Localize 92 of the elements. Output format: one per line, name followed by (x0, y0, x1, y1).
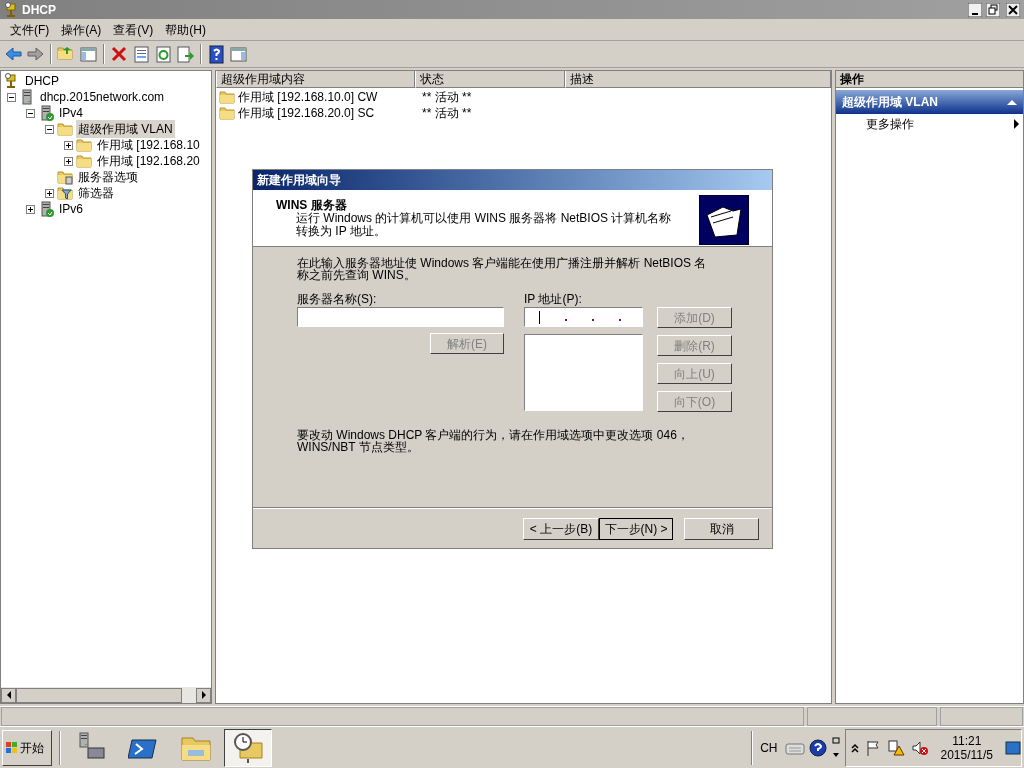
section-title: 超级作用域 VLAN (842, 94, 938, 111)
panel-icon[interactable] (79, 44, 98, 64)
field-label: IP 地址(P): (524, 291, 583, 307)
dhcp-icon (4, 1, 18, 18)
menu-item[interactable]: 帮助(H) (159, 20, 212, 39)
back-arrow-icon[interactable] (4, 44, 23, 64)
address-list[interactable] (524, 334, 643, 411)
window-title: DHCP (22, 1, 57, 19)
restore-icon[interactable] (986, 2, 1000, 17)
column-header[interactable]: 状态 (415, 71, 565, 88)
folder-icon (76, 153, 92, 169)
table-cell-text: 作用域 [192.168.20.0] SC (238, 105, 375, 122)
flag-icon[interactable] (864, 739, 881, 756)
header-description: 运行 Windows 的计算机可以使用 WINS 服务器将 NetBIOS 计算机名称转换为 IP 地址。 (295, 212, 673, 238)
export-icon[interactable] (176, 44, 195, 64)
delete-icon[interactable] (110, 44, 129, 64)
start-button[interactable]: 开始 (2, 729, 52, 766)
ip-address-field[interactable] (524, 307, 643, 327)
folder-icon (76, 137, 92, 153)
funnel-icon (57, 185, 73, 201)
clock-date[interactable]: 2015/11/5 (940, 747, 993, 762)
dialog-title: 新建作用域向导 (253, 170, 772, 190)
expander-icon[interactable] (45, 188, 54, 198)
warning-network-icon[interactable] (886, 738, 905, 757)
folder-icon (57, 121, 73, 137)
column-header[interactable]: 超级作用域内容 (216, 71, 416, 88)
tree-item[interactable]: 筛选器 (76, 184, 116, 202)
expander-icon[interactable] (26, 108, 35, 118)
folder-icon (219, 89, 235, 105)
menu-item[interactable]: 查看(V) (107, 20, 160, 39)
menu-item[interactable]: 文件(F) (4, 20, 56, 39)
server-check-icon (38, 201, 54, 217)
language-indicator[interactable]: CH (757, 738, 781, 757)
wizard-button: 删除(R) (657, 335, 732, 356)
table-cell-text: ** 活动 ** (421, 105, 472, 122)
help-icon[interactable] (808, 738, 827, 757)
expander-icon[interactable] (7, 92, 16, 102)
scroll-left-icon[interactable] (1, 687, 16, 703)
horizontal-scrollbar[interactable] (1, 687, 211, 703)
tree-item[interactable]: 作用域 [192.168.20 (95, 152, 202, 170)
tree-item[interactable]: IPv6 (57, 200, 85, 218)
column-header[interactable]: 描述 (564, 71, 831, 88)
forward-arrow-icon[interactable] (26, 44, 45, 64)
folder-icon (219, 105, 235, 121)
scroll-right-icon[interactable] (196, 687, 211, 703)
note-text: 要改动 Windows DHCP 客户端的行为，请在作用域选项中更改选项 046，WINS/NBT 节点类型。 (297, 429, 690, 453)
action-item[interactable]: 更多操作 (836, 114, 1023, 134)
wizard-button[interactable]: 取消 (684, 518, 759, 540)
server-name-field[interactable] (297, 307, 504, 327)
header-title: WINS 服务器 (276, 198, 348, 212)
speaker-muted-icon[interactable] (910, 739, 929, 756)
expander-icon[interactable] (64, 140, 73, 150)
table-cell-text: 作用域 [192.168.10.0] CW (238, 89, 378, 106)
taskbar-app[interactable] (224, 728, 272, 767)
tree-item[interactable]: 超级作用域 VLAN (76, 120, 175, 138)
field-label: 服务器名称(S): (297, 291, 377, 307)
clock-time[interactable]: 11:21 (952, 733, 982, 748)
server-check-icon (38, 105, 54, 121)
tree-item[interactable]: dhcp.2015network.com (38, 88, 167, 106)
wizard-button: 向下(O) (657, 391, 732, 412)
wizard-button[interactable]: < 上一步(B) (523, 518, 599, 540)
tree-item[interactable]: DHCP (23, 72, 61, 90)
menu-item[interactable]: 操作(A) (55, 20, 108, 39)
expander-icon[interactable] (26, 204, 35, 214)
wizard-button: 向上(U) (657, 363, 732, 384)
chevron-up-icon[interactable] (850, 742, 859, 753)
windows-logo-icon (5, 740, 19, 755)
table-cell-text: ** 活动 ** (421, 89, 472, 106)
refresh-icon[interactable] (154, 44, 173, 64)
expander-icon[interactable] (45, 124, 54, 134)
properties-icon[interactable] (132, 44, 151, 64)
clock-folder-icon (232, 731, 264, 764)
close-icon[interactable] (1006, 2, 1020, 17)
caret-icon[interactable] (1007, 99, 1017, 105)
intro-text: 在此输入服务器地址使 Windows 客户端能在使用广播注册并解析 NetBIOS 名称之前先查询 WINS。 (297, 257, 708, 281)
folder-server-icon (57, 169, 73, 185)
help-icon[interactable] (207, 44, 226, 64)
show-desktop-icon[interactable] (1005, 740, 1021, 755)
scroll-thumb[interactable] (16, 687, 182, 703)
wizard-button: 添加(D) (657, 307, 732, 328)
minimize-icon[interactable] (968, 2, 982, 17)
restore-arrow-icon[interactable] (830, 736, 841, 759)
caret-icon (1014, 119, 1019, 129)
server-icon (19, 89, 35, 105)
section-header[interactable]: 超级作用域 VLAN (836, 90, 1023, 114)
pane-title: 操作 (836, 71, 1023, 88)
tree-item[interactable]: 作用域 [192.168.10 (95, 136, 202, 154)
wizard-button[interactable]: 下一步(N) > (599, 518, 673, 540)
expander-icon[interactable] (64, 156, 73, 166)
wizard-button: 解析(E) (430, 333, 504, 354)
tree-item[interactable]: 服务器选项 (76, 168, 140, 186)
tree-item[interactable]: IPv4 (57, 104, 85, 122)
